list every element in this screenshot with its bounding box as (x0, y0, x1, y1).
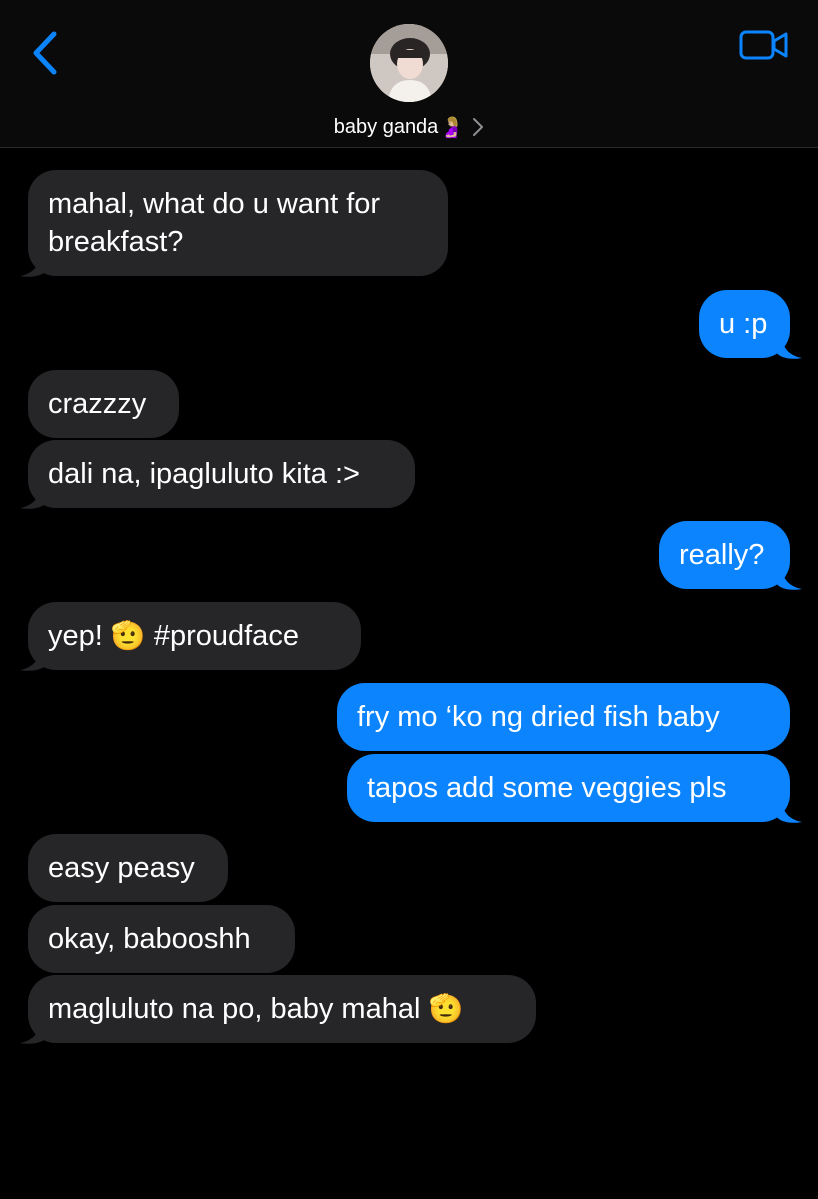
video-camera-icon (739, 30, 788, 60)
message-text: easy peasy (48, 852, 195, 884)
message-bubble-incoming[interactable]: yep! 🫡 #proudface (28, 602, 361, 670)
bubble-tail (20, 1021, 48, 1044)
back-button[interactable] (26, 28, 66, 78)
message-text: okay, babooshh (48, 923, 251, 955)
bubble-tail (20, 254, 48, 277)
contact-avatar[interactable] (370, 24, 448, 102)
message-bubble-outgoing[interactable]: really? (659, 521, 790, 589)
message-bubble-incoming[interactable]: crazzzy (28, 370, 179, 438)
message-text-line: mahal, what do u want for (48, 188, 381, 220)
message-bubble-incoming[interactable]: dali na, ipagluluto kita :> (28, 440, 415, 508)
contact-emoji: 🤰🏼 (439, 116, 465, 139)
bubble-tail (20, 486, 48, 509)
message-bubble-outgoing[interactable]: tapos add some veggies pls (347, 754, 790, 822)
message-text: dali na, ipagluluto kita :> (48, 458, 360, 490)
contact-name: baby ganda (333, 115, 439, 138)
message-text: really? (679, 539, 765, 571)
message-text: fry mo ‘ko ng dried fish baby (357, 701, 720, 733)
message-text: magluluto na po, baby mahal (48, 993, 421, 1025)
message-text: tapos add some veggies pls (367, 772, 727, 804)
message-bubble-outgoing[interactable]: fry mo ‘ko ng dried fish baby (337, 683, 790, 751)
avatar-image (370, 24, 448, 102)
contact-name-button[interactable]: baby ganda 🤰🏼 (0, 112, 818, 142)
message-text: crazzzy (48, 388, 147, 420)
bubble-tail (776, 336, 802, 359)
message-text: yep! (48, 620, 103, 652)
bubble-tail (776, 567, 802, 590)
salute-emoji: 🫡 (428, 993, 464, 1024)
message-hashtag: #proudface (153, 620, 299, 652)
message-bubble-incoming[interactable]: okay, babooshh (28, 905, 295, 973)
message-bubble-incoming[interactable]: mahal, what do u want for breakfast? (28, 170, 448, 276)
message-bubble-incoming[interactable]: magluluto na po, baby mahal 🫡 (28, 975, 536, 1043)
bubble-tail (776, 800, 802, 823)
message-text-line: breakfast? (48, 226, 184, 258)
salute-emoji: 🫡 (110, 620, 146, 651)
chevron-left-icon (33, 31, 57, 75)
message-bubble-incoming[interactable]: easy peasy (28, 834, 228, 902)
message-list: mahal, what do u want for breakfast? u :… (0, 150, 818, 1199)
message-text: u :p (719, 308, 768, 340)
bubble-tail (20, 648, 48, 671)
conversation-header: baby ganda 🤰🏼 (0, 0, 818, 148)
chevron-right-icon (473, 118, 484, 136)
video-call-button[interactable] (738, 28, 790, 64)
